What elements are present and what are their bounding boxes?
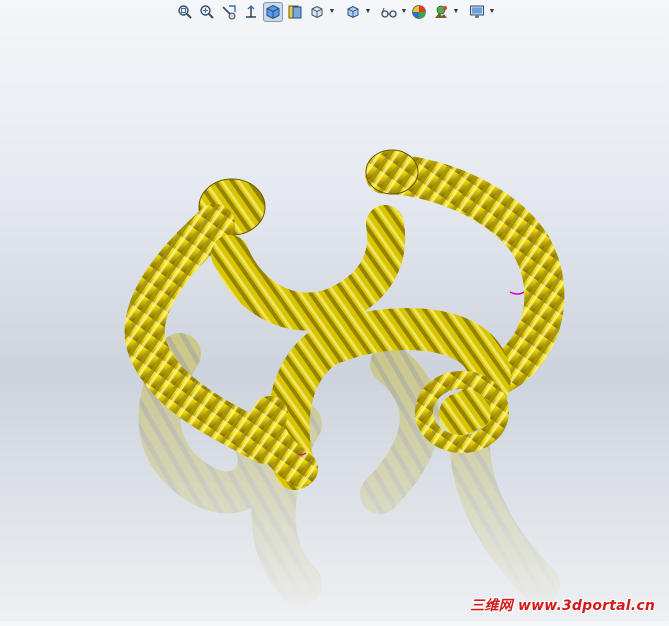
hide-show-items-button[interactable] [307,2,327,22]
view-settings-button[interactable] [467,2,487,22]
hide-show-types-dropdown-icon[interactable]: ▼ [401,2,408,22]
section-view-button[interactable] [241,2,261,22]
edge-marker [509,291,525,295]
eyeglasses-icon [380,7,397,18]
monitor-icon [469,5,484,18]
apply-scene-dropdown-icon[interactable]: ▼ [453,2,460,22]
zoom-to-area-button[interactable] [197,2,217,22]
apply-scene-button[interactable] [431,2,451,22]
view-cube-icon [347,5,358,19]
zoom-to-area-icon [199,5,214,19]
heads-up-view-toolbar: ▼ ▼ ▼ ▼ ▼ [0,0,669,24]
zoom-to-fit-button[interactable] [175,2,195,22]
watermark-text: 三维网 www.3dportal.cn [470,598,655,614]
section-view-icon [245,5,256,18]
display-style-icon [288,5,301,19]
display-style-button[interactable] [285,2,305,22]
rope-model[interactable] [124,149,565,490]
view-cube-button[interactable] [343,2,363,22]
toolbar-group: ▼ ▼ ▼ ▼ ▼ [175,2,495,22]
edit-appearance-button[interactable] [409,2,429,22]
view-settings-dropdown-icon[interactable]: ▼ [489,2,496,22]
graphics-viewport[interactable] [0,24,669,621]
hide-show-types-button[interactable] [379,2,399,22]
view-orientation-button[interactable] [262,2,283,22]
rope-segment-middle-back [211,205,406,331]
view-cube-dropdown-icon[interactable]: ▼ [365,2,372,22]
hide-show-dropdown-icon[interactable]: ▼ [329,2,336,22]
edit-appearance-icon [411,5,426,19]
model-canvas[interactable] [0,24,669,621]
apply-scene-icon [434,5,447,18]
zoom-to-fit-icon [177,5,192,19]
previous-view-button[interactable] [219,2,239,22]
hide-show-items-icon [311,5,322,19]
rope-end-cap-right [365,149,419,195]
previous-view-icon [221,5,236,20]
view-orientation-icon [266,4,279,20]
